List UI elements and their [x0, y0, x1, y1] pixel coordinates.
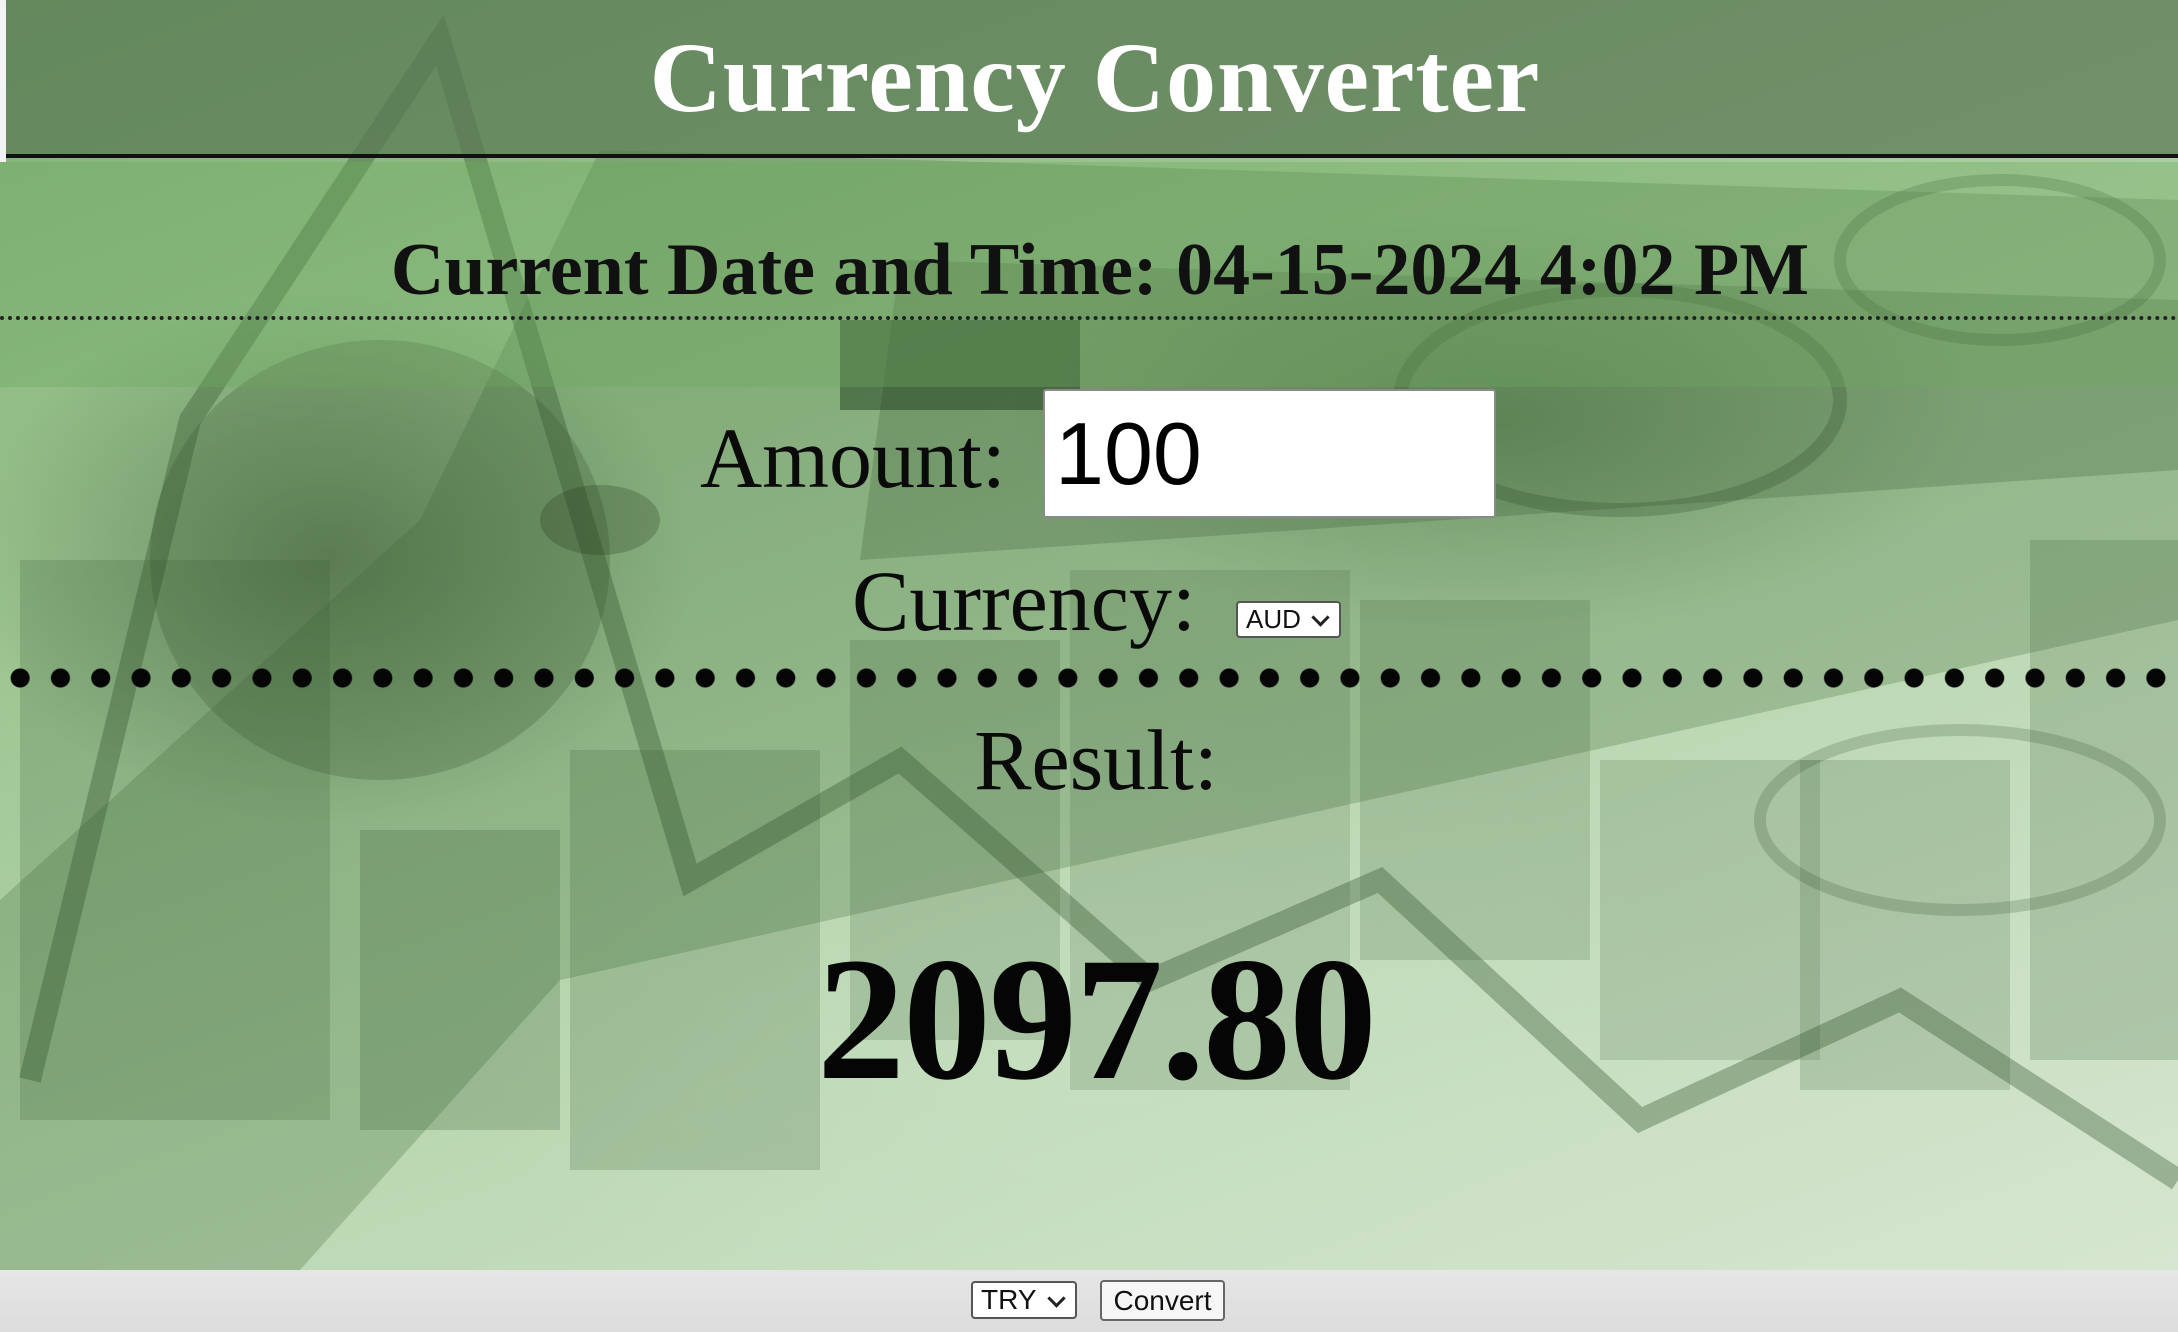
divider-dotted-large — [0, 666, 2178, 690]
amount-input[interactable] — [1043, 389, 1496, 518]
chevron-down-icon — [1311, 608, 1330, 627]
currency-label: Currency: — [852, 553, 1196, 649]
current-datetime: Current Date and Time: 04-15-2024 4:02 P… — [390, 229, 1810, 311]
bottom-toolbar — [0, 1270, 2178, 1332]
chevron-down-icon — [1047, 1289, 1066, 1308]
target-currency-value: TRY — [981, 1284, 1037, 1315]
currency-select-value: AUD — [1246, 604, 1301, 634]
result-value: 2097.80 — [817, 922, 1377, 1117]
divider-dotted-thin — [0, 316, 2178, 320]
target-currency-select[interactable]: TRY — [971, 1281, 1077, 1319]
amount-label: Amount: — [700, 410, 1006, 506]
page-title: Currency Converter — [649, 22, 1541, 133]
result-label: Result: — [974, 712, 1218, 808]
convert-button[interactable]: Convert — [1100, 1280, 1225, 1321]
currency-select[interactable]: AUD — [1236, 601, 1341, 638]
